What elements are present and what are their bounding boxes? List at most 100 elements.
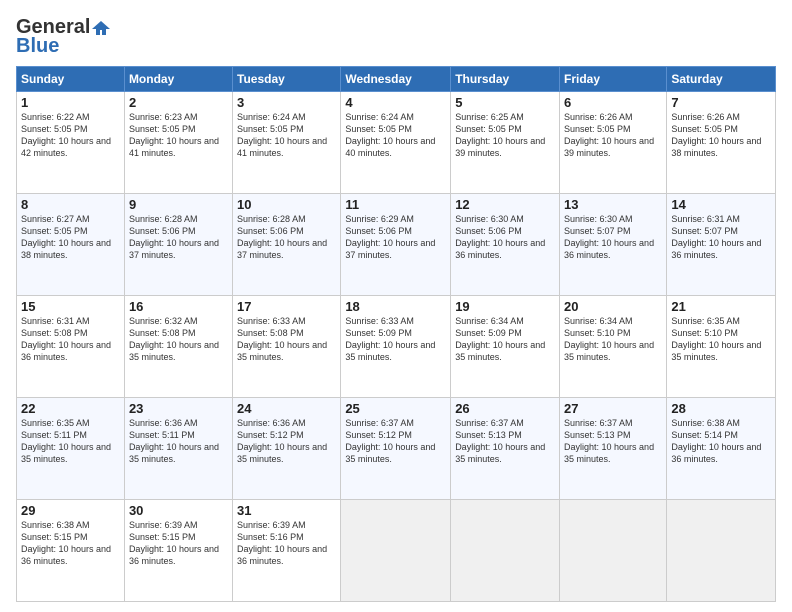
table-cell: 6 Sunrise: 6:26 AMSunset: 5:05 PMDayligh… — [560, 92, 667, 194]
table-cell: 3 Sunrise: 6:24 AMSunset: 5:05 PMDayligh… — [233, 92, 341, 194]
table-cell: 8 Sunrise: 6:27 AMSunset: 5:05 PMDayligh… — [17, 194, 125, 296]
day-number: 28 — [671, 401, 771, 416]
table-cell: 5 Sunrise: 6:25 AMSunset: 5:05 PMDayligh… — [451, 92, 560, 194]
day-number: 4 — [345, 95, 446, 110]
day-number: 22 — [21, 401, 120, 416]
table-cell — [560, 500, 667, 602]
day-number: 11 — [345, 197, 446, 212]
day-number: 27 — [564, 401, 662, 416]
cell-info: Sunrise: 6:35 AMSunset: 5:11 PMDaylight:… — [21, 418, 111, 464]
day-number: 3 — [237, 95, 336, 110]
day-number: 7 — [671, 95, 771, 110]
cell-info: Sunrise: 6:26 AMSunset: 5:05 PMDaylight:… — [671, 112, 761, 158]
logo-blue: Blue — [16, 35, 59, 58]
table-cell: 20 Sunrise: 6:34 AMSunset: 5:10 PMDaylig… — [560, 296, 667, 398]
day-number: 9 — [129, 197, 228, 212]
table-cell: 24 Sunrise: 6:36 AMSunset: 5:12 PMDaylig… — [233, 398, 341, 500]
cell-info: Sunrise: 6:30 AMSunset: 5:07 PMDaylight:… — [564, 214, 654, 260]
day-number: 12 — [455, 197, 555, 212]
calendar-row: 29 Sunrise: 6:38 AMSunset: 5:15 PMDaylig… — [17, 500, 776, 602]
cell-info: Sunrise: 6:32 AMSunset: 5:08 PMDaylight:… — [129, 316, 219, 362]
table-cell: 31 Sunrise: 6:39 AMSunset: 5:16 PMDaylig… — [233, 500, 341, 602]
cell-info: Sunrise: 6:26 AMSunset: 5:05 PMDaylight:… — [564, 112, 654, 158]
col-wednesday: Wednesday — [341, 67, 451, 92]
cell-info: Sunrise: 6:24 AMSunset: 5:05 PMDaylight:… — [345, 112, 435, 158]
col-friday: Friday — [560, 67, 667, 92]
table-cell: 30 Sunrise: 6:39 AMSunset: 5:15 PMDaylig… — [124, 500, 232, 602]
table-cell: 19 Sunrise: 6:34 AMSunset: 5:09 PMDaylig… — [451, 296, 560, 398]
table-cell: 1 Sunrise: 6:22 AMSunset: 5:05 PMDayligh… — [17, 92, 125, 194]
cell-info: Sunrise: 6:28 AMSunset: 5:06 PMDaylight:… — [237, 214, 327, 260]
table-cell: 10 Sunrise: 6:28 AMSunset: 5:06 PMDaylig… — [233, 194, 341, 296]
calendar-table: Sunday Monday Tuesday Wednesday Thursday… — [16, 66, 776, 602]
cell-info: Sunrise: 6:31 AMSunset: 5:08 PMDaylight:… — [21, 316, 111, 362]
day-number: 10 — [237, 197, 336, 212]
day-number: 6 — [564, 95, 662, 110]
cell-info: Sunrise: 6:37 AMSunset: 5:13 PMDaylight:… — [564, 418, 654, 464]
col-thursday: Thursday — [451, 67, 560, 92]
cell-info: Sunrise: 6:29 AMSunset: 5:06 PMDaylight:… — [345, 214, 435, 260]
cell-info: Sunrise: 6:27 AMSunset: 5:05 PMDaylight:… — [21, 214, 111, 260]
table-cell: 13 Sunrise: 6:30 AMSunset: 5:07 PMDaylig… — [560, 194, 667, 296]
day-number: 13 — [564, 197, 662, 212]
table-cell: 11 Sunrise: 6:29 AMSunset: 5:06 PMDaylig… — [341, 194, 451, 296]
day-number: 8 — [21, 197, 120, 212]
col-tuesday: Tuesday — [233, 67, 341, 92]
day-number: 30 — [129, 503, 228, 518]
cell-info: Sunrise: 6:38 AMSunset: 5:15 PMDaylight:… — [21, 520, 111, 566]
day-number: 29 — [21, 503, 120, 518]
header-row: Sunday Monday Tuesday Wednesday Thursday… — [17, 67, 776, 92]
cell-info: Sunrise: 6:24 AMSunset: 5:05 PMDaylight:… — [237, 112, 327, 158]
table-cell: 14 Sunrise: 6:31 AMSunset: 5:07 PMDaylig… — [667, 194, 776, 296]
day-number: 21 — [671, 299, 771, 314]
cell-info: Sunrise: 6:38 AMSunset: 5:14 PMDaylight:… — [671, 418, 761, 464]
day-number: 19 — [455, 299, 555, 314]
logo: General Blue — [16, 16, 110, 58]
calendar-row: 15 Sunrise: 6:31 AMSunset: 5:08 PMDaylig… — [17, 296, 776, 398]
table-cell: 2 Sunrise: 6:23 AMSunset: 5:05 PMDayligh… — [124, 92, 232, 194]
table-cell: 29 Sunrise: 6:38 AMSunset: 5:15 PMDaylig… — [17, 500, 125, 602]
calendar-row: 1 Sunrise: 6:22 AMSunset: 5:05 PMDayligh… — [17, 92, 776, 194]
page: General Blue Sunday Monday Tuesday Wedne… — [0, 0, 792, 612]
col-sunday: Sunday — [17, 67, 125, 92]
table-cell: 9 Sunrise: 6:28 AMSunset: 5:06 PMDayligh… — [124, 194, 232, 296]
day-number: 26 — [455, 401, 555, 416]
col-monday: Monday — [124, 67, 232, 92]
table-cell: 26 Sunrise: 6:37 AMSunset: 5:13 PMDaylig… — [451, 398, 560, 500]
cell-info: Sunrise: 6:39 AMSunset: 5:16 PMDaylight:… — [237, 520, 327, 566]
day-number: 20 — [564, 299, 662, 314]
table-cell: 17 Sunrise: 6:33 AMSunset: 5:08 PMDaylig… — [233, 296, 341, 398]
calendar-row: 22 Sunrise: 6:35 AMSunset: 5:11 PMDaylig… — [17, 398, 776, 500]
cell-info: Sunrise: 6:33 AMSunset: 5:09 PMDaylight:… — [345, 316, 435, 362]
day-number: 14 — [671, 197, 771, 212]
day-number: 1 — [21, 95, 120, 110]
table-cell: 15 Sunrise: 6:31 AMSunset: 5:08 PMDaylig… — [17, 296, 125, 398]
cell-info: Sunrise: 6:31 AMSunset: 5:07 PMDaylight:… — [671, 214, 761, 260]
day-number: 5 — [455, 95, 555, 110]
cell-info: Sunrise: 6:28 AMSunset: 5:06 PMDaylight:… — [129, 214, 219, 260]
table-cell: 18 Sunrise: 6:33 AMSunset: 5:09 PMDaylig… — [341, 296, 451, 398]
day-number: 15 — [21, 299, 120, 314]
table-cell: 21 Sunrise: 6:35 AMSunset: 5:10 PMDaylig… — [667, 296, 776, 398]
logo-bird-icon — [92, 19, 110, 37]
day-number: 2 — [129, 95, 228, 110]
table-cell: 25 Sunrise: 6:37 AMSunset: 5:12 PMDaylig… — [341, 398, 451, 500]
cell-info: Sunrise: 6:36 AMSunset: 5:12 PMDaylight:… — [237, 418, 327, 464]
calendar-row: 8 Sunrise: 6:27 AMSunset: 5:05 PMDayligh… — [17, 194, 776, 296]
day-number: 16 — [129, 299, 228, 314]
table-cell: 27 Sunrise: 6:37 AMSunset: 5:13 PMDaylig… — [560, 398, 667, 500]
table-cell — [341, 500, 451, 602]
col-saturday: Saturday — [667, 67, 776, 92]
cell-info: Sunrise: 6:37 AMSunset: 5:12 PMDaylight:… — [345, 418, 435, 464]
cell-info: Sunrise: 6:33 AMSunset: 5:08 PMDaylight:… — [237, 316, 327, 362]
table-cell — [451, 500, 560, 602]
day-number: 24 — [237, 401, 336, 416]
table-cell: 23 Sunrise: 6:36 AMSunset: 5:11 PMDaylig… — [124, 398, 232, 500]
table-cell: 4 Sunrise: 6:24 AMSunset: 5:05 PMDayligh… — [341, 92, 451, 194]
cell-info: Sunrise: 6:39 AMSunset: 5:15 PMDaylight:… — [129, 520, 219, 566]
table-cell: 28 Sunrise: 6:38 AMSunset: 5:14 PMDaylig… — [667, 398, 776, 500]
cell-info: Sunrise: 6:22 AMSunset: 5:05 PMDaylight:… — [21, 112, 111, 158]
cell-info: Sunrise: 6:23 AMSunset: 5:05 PMDaylight:… — [129, 112, 219, 158]
day-number: 25 — [345, 401, 446, 416]
cell-info: Sunrise: 6:34 AMSunset: 5:10 PMDaylight:… — [564, 316, 654, 362]
